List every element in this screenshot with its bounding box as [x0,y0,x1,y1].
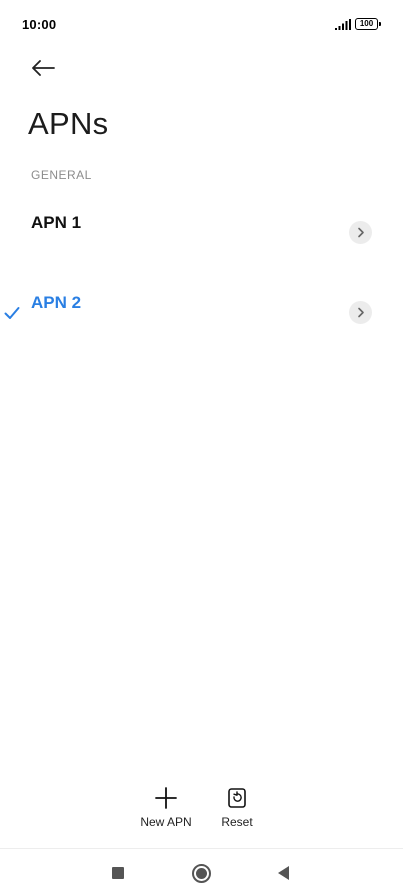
back-button[interactable] [26,54,60,82]
arrow-left-icon [32,60,55,76]
signal-icon [335,19,351,30]
apn-item-apn-1[interactable]: APN 1 [0,196,403,266]
back-triangle-icon[interactable] [278,866,289,880]
home-icon[interactable] [192,864,211,883]
chevron-right-icon [357,307,364,318]
new-apn-button[interactable]: New APN [136,786,196,829]
reset-label: Reset [221,815,253,829]
reset-button[interactable]: Reset [212,786,262,829]
reset-icon [228,788,246,808]
battery-icon: 100 [355,18,381,31]
status-bar: 10:00 100 [0,0,403,48]
plus-icon [155,787,177,809]
status-time: 10:00 [22,17,57,32]
section-header-general: GENERAL [31,168,92,182]
navigation-bar [0,848,403,896]
apn-2-details-button[interactable] [349,301,372,324]
apn-item-apn-2[interactable]: APN 2 [0,276,403,346]
apn-item-label: APN 2 [31,293,82,312]
bottom-actions: New APN Reset [0,786,403,832]
battery-level: 100 [355,18,378,30]
apn-settings-screen: 10:00 100 APNs GENERAL APN 1 APN 2 New A… [0,0,403,896]
apn-1-details-button[interactable] [349,221,372,244]
new-apn-label: New APN [140,815,192,829]
apn-item-label: APN 1 [31,213,82,232]
recent-apps-icon[interactable] [112,867,124,879]
chevron-right-icon [357,227,364,238]
page-title: APNs [28,106,109,141]
check-icon [4,307,20,319]
